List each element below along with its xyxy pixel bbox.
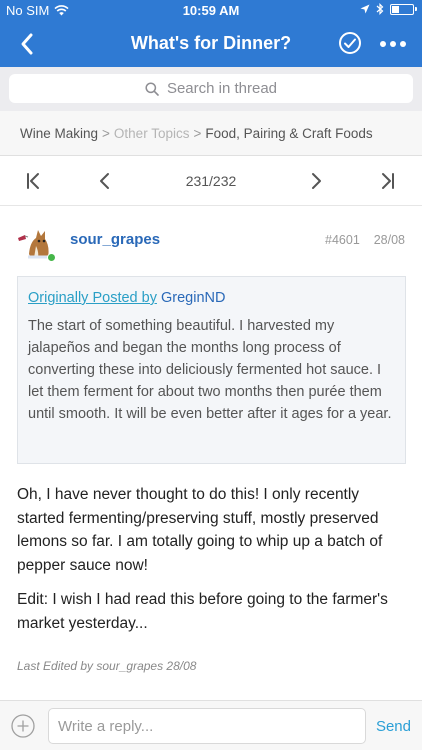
quote-block: Originally Posted by GreginND The start … (17, 276, 406, 464)
online-indicator (47, 253, 56, 262)
search-area: Search in thread (0, 67, 422, 111)
post-paragraph: Edit: I wish I had read this before goin… (17, 591, 388, 632)
quote-attribution: Originally Posted by GreginND (28, 290, 395, 306)
bluetooth-icon (376, 3, 384, 15)
quote-text: The start of something beautiful. I harv… (28, 318, 392, 422)
breadcrumb-separator: > (193, 125, 202, 141)
top-bar: No SIM 10:59 AM What's for Dinner? (0, 0, 422, 67)
page-position: 231/232 (185, 173, 237, 189)
edited-note: Last Edited by sour_grapes 28/08 (17, 659, 197, 673)
post-body: Oh, I have never thought to do this! I o… (17, 483, 409, 646)
post-meta: #4601 28/08 (325, 233, 405, 247)
breadcrumb-item-wine-making[interactable]: Wine Making (20, 126, 98, 141)
search-icon (145, 81, 159, 96)
breadcrumb-item-other-topics[interactable]: Other Topics (114, 126, 190, 141)
location-icon (360, 4, 370, 14)
battery-fill (392, 5, 399, 13)
last-page-icon[interactable] (376, 170, 398, 192)
post-paragraph: Oh, I have never thought to do this! I o… (17, 486, 383, 574)
quote-author[interactable]: GreginND (161, 290, 225, 306)
search-input[interactable]: Search in thread (9, 74, 413, 103)
search-placeholder: Search in thread (166, 80, 278, 97)
post-date: 28/08 (373, 233, 405, 247)
reply-input[interactable] (48, 708, 366, 744)
reply-bar: Send (0, 700, 422, 750)
breadcrumb-separator: > (102, 125, 110, 141)
breadcrumb-item-food-pairing[interactable]: Food, Pairing & Craft Foods (205, 126, 372, 141)
nav-bar: What's for Dinner? (0, 22, 422, 67)
originally-posted-link[interactable]: Originally Posted by (28, 290, 157, 306)
post: sour_grapes #4601 28/08 Originally Poste… (0, 206, 422, 700)
pager: 231/232 (0, 156, 422, 206)
more-horizontal-icon[interactable] (378, 32, 408, 56)
send-button[interactable]: Send (376, 718, 411, 735)
status-bar: No SIM 10:59 AM (0, 0, 422, 22)
post-username[interactable]: sour_grapes (70, 231, 160, 248)
breadcrumb: Wine Making > Other Topics > Food, Pairi… (0, 111, 422, 156)
check-circle-icon[interactable] (338, 31, 362, 55)
next-page-icon[interactable] (305, 170, 327, 192)
add-attachment-icon[interactable] (11, 714, 35, 738)
status-time: 10:59 AM (182, 3, 240, 18)
post-number: #4601 (325, 233, 360, 247)
battery-icon (390, 3, 417, 15)
